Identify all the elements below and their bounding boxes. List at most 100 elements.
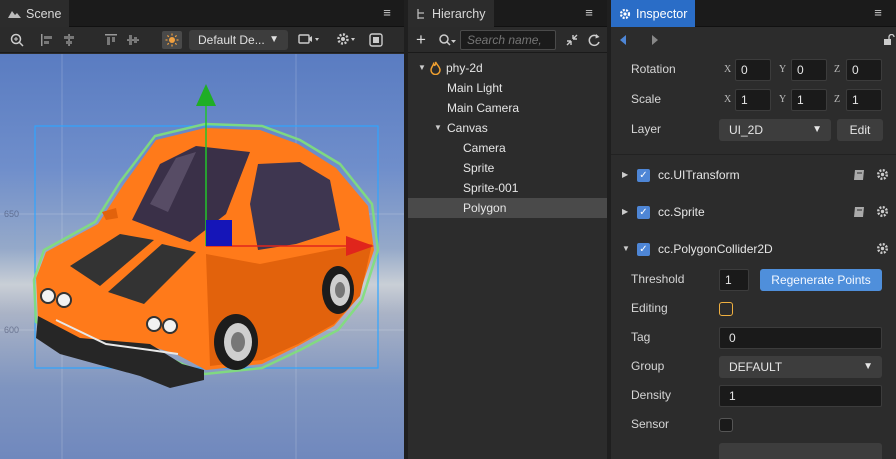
scene-settings-button[interactable]	[335, 32, 359, 48]
inspector-nav	[611, 27, 896, 53]
expand-arrow-icon[interactable]: ▼	[434, 118, 442, 138]
tree-node-label: Polygon	[463, 201, 507, 215]
scene-icon	[8, 11, 21, 18]
scene-fire-icon	[430, 61, 441, 75]
gear-icon[interactable]	[876, 168, 889, 181]
rotation-y-field[interactable]: 0	[791, 59, 827, 81]
hierarchy-toolbar: +	[408, 27, 607, 53]
axis-x-label: X	[724, 94, 732, 105]
layer-edit-button[interactable]: Edit	[837, 119, 883, 141]
add-node-button[interactable]: +	[414, 30, 428, 49]
tree-node-label: Camera	[463, 141, 506, 155]
inspector-tab-label: Inspector	[636, 6, 688, 21]
rotation-x-field[interactable]: 0	[735, 59, 771, 81]
uitransform-enabled-checkbox[interactable]: ✓	[637, 169, 650, 182]
rotation-label: Rotation	[631, 62, 676, 76]
chevron-down-icon: ▼	[863, 361, 873, 372]
refresh-icon[interactable]	[587, 32, 601, 48]
lock-icon[interactable]	[883, 34, 895, 46]
align-center-icon[interactable]	[62, 32, 76, 48]
tree-node-main-light[interactable]: Main Light	[408, 78, 607, 98]
tab-hierarchy[interactable]: Hierarchy	[408, 0, 494, 27]
screenshot-icon[interactable]	[369, 32, 383, 48]
inspector-menu-icon[interactable]: ≡	[870, 5, 886, 21]
regenerate-points-button[interactable]: Regenerate Points	[760, 269, 882, 291]
next-field-partial[interactable]	[719, 443, 882, 459]
gear-icon[interactable]	[876, 205, 889, 218]
tree-node-label: Main Light	[447, 81, 503, 95]
scale-z-field[interactable]: 1	[846, 89, 882, 111]
component-name: cc.UITransform	[658, 168, 740, 182]
forward-arrow-icon[interactable]	[651, 35, 659, 45]
help-book-icon[interactable]	[853, 169, 866, 181]
layer-select[interactable]: UI_2D ▼	[719, 119, 831, 141]
help-book-icon[interactable]	[853, 206, 866, 218]
axis-y-label: Y	[779, 64, 787, 75]
camera-select[interactable]: Default De... ▼	[189, 30, 288, 50]
tree-node-phy-2d[interactable]: ▼ phy-2d	[408, 58, 607, 78]
collapse-all-icon[interactable]	[565, 32, 579, 48]
sensor-checkbox[interactable]	[719, 418, 733, 432]
tree-node-camera[interactable]: Camera	[408, 138, 607, 158]
group-row: Group DEFAULT ▼	[611, 355, 896, 379]
camera-options-button[interactable]	[297, 32, 321, 48]
align-top-icon[interactable]	[104, 32, 118, 48]
collapse-arrow-icon[interactable]: ▶	[622, 199, 628, 225]
inspector-panel: Inspector ≡ Rotation X 0 Y 0 Z 0 Scale X…	[611, 0, 896, 459]
zoom-icon[interactable]	[10, 32, 24, 48]
tree-node-sprite[interactable]: Sprite	[408, 158, 607, 178]
align-left-icon[interactable]	[40, 32, 54, 48]
scale-x-field[interactable]: 1	[735, 89, 771, 111]
collapse-arrow-icon[interactable]: ▶	[622, 162, 628, 188]
scale-y-field[interactable]: 1	[791, 89, 827, 111]
align-middle-icon[interactable]	[126, 32, 140, 48]
tag-label: Tag	[631, 330, 651, 344]
scene-toolbar: Default De... ▼	[0, 27, 404, 53]
tab-inspector[interactable]: Inspector	[611, 0, 696, 27]
hierarchy-panel: Hierarchy ≡ + ▼ phy-2d Main Light Main C…	[408, 0, 607, 459]
axis-z-label: Z	[834, 94, 841, 105]
group-select[interactable]: DEFAULT ▼	[719, 356, 882, 378]
density-field[interactable]: 1	[719, 385, 882, 407]
tab-scene[interactable]: Scene	[0, 0, 70, 27]
xy-plane-handle	[206, 220, 232, 246]
tree-node-sprite-001[interactable]: Sprite-001	[408, 178, 607, 198]
expand-arrow-icon[interactable]: ▼	[622, 236, 630, 262]
chevron-down-icon: ▼	[812, 124, 822, 135]
axis-z-label: Z	[834, 64, 841, 75]
layer-select-value: UI_2D	[729, 123, 764, 137]
plus-icon: +	[416, 30, 426, 49]
scene-canvas	[0, 54, 404, 459]
scene-menu-icon[interactable]: ≡	[379, 5, 395, 21]
sensor-label: Sensor	[631, 417, 670, 431]
component-sprite-header[interactable]: ▶ ✓ cc.Sprite	[611, 199, 896, 225]
scene-viewport[interactable]: 650 600	[0, 54, 404, 459]
component-polygon-collider-header[interactable]: ▼ ✓ cc.PolygonCollider2D	[611, 236, 896, 262]
search-filter-icon[interactable]	[438, 32, 458, 48]
hierarchy-menu-icon[interactable]: ≡	[581, 5, 597, 21]
component-name: cc.Sprite	[658, 205, 705, 219]
editing-checkbox[interactable]	[719, 302, 733, 316]
tree-node-label: Main Camera	[447, 101, 520, 115]
threshold-row: Threshold 1 Regenerate Points	[611, 268, 896, 292]
layer-label: Layer	[631, 122, 662, 136]
tree-node-main-camera[interactable]: Main Camera	[408, 98, 607, 118]
tree-node-canvas[interactable]: ▼ Canvas	[408, 118, 607, 138]
light-toggle-button[interactable]	[162, 31, 182, 49]
y-axis-handle-icon	[196, 84, 216, 106]
density-label: Density	[631, 388, 672, 402]
axis-y-label: Y	[779, 94, 787, 105]
tree-node-label: Sprite-001	[463, 181, 519, 195]
tag-field[interactable]: 0	[719, 327, 882, 349]
gear-icon[interactable]	[876, 242, 889, 255]
polygon-collider-enabled-checkbox[interactable]: ✓	[637, 243, 650, 256]
hierarchy-search-input[interactable]	[460, 30, 556, 50]
rotation-z-field[interactable]: 0	[846, 59, 882, 81]
tree-node-polygon[interactable]: Polygon	[408, 198, 607, 218]
expand-arrow-icon[interactable]: ▼	[418, 58, 426, 78]
chevron-down-icon: ▼	[269, 34, 279, 45]
component-uitransform-header[interactable]: ▶ ✓ cc.UITransform	[611, 162, 896, 188]
threshold-field[interactable]: 1	[719, 269, 749, 291]
sprite-enabled-checkbox[interactable]: ✓	[637, 206, 650, 219]
back-arrow-icon[interactable]	[619, 35, 627, 45]
